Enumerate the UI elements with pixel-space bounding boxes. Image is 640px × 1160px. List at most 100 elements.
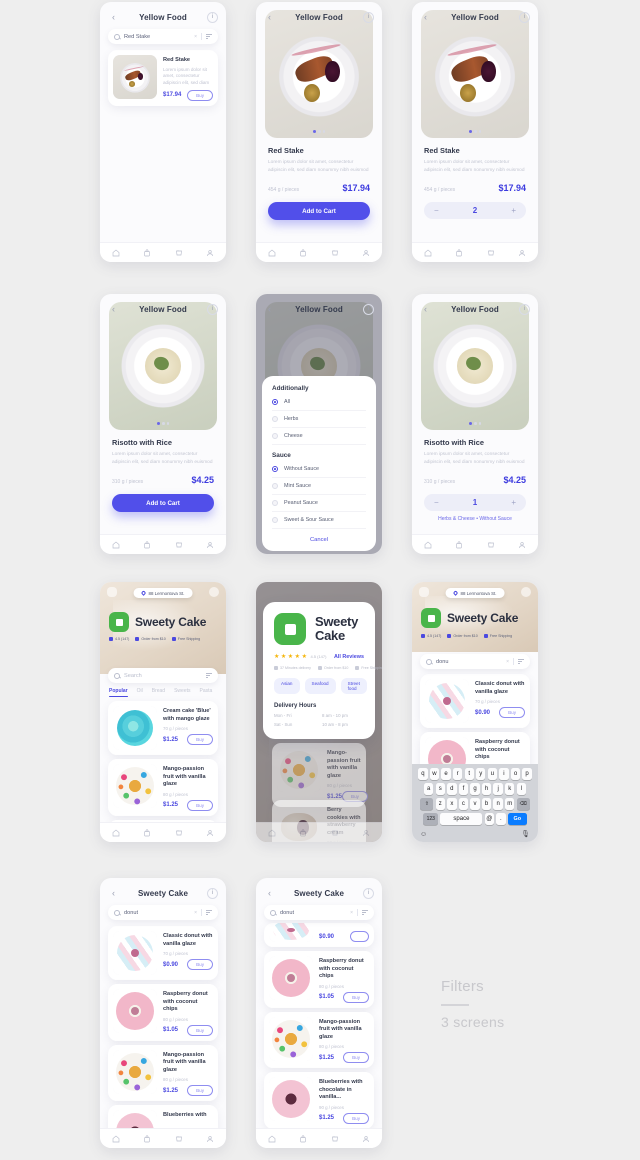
cancel-button[interactable]: Cancel — [272, 529, 366, 543]
back-icon[interactable]: ‹ — [420, 304, 431, 315]
info-circle-icon[interactable]: i — [207, 303, 218, 315]
quantity-stepper[interactable]: − 2 + — [424, 202, 526, 220]
emoji-icon[interactable]: ☺ — [420, 831, 427, 838]
search-input-value[interactable]: Search — [124, 673, 202, 679]
back-icon[interactable]: ‹ — [264, 888, 275, 899]
restaurant-info-sheet[interactable]: Sweety Cake ★ ★ ★ ★ ★ 4.5 (147) All Reviews 3… — [263, 602, 382, 739]
increment-button[interactable]: + — [511, 206, 516, 215]
home-icon[interactable] — [112, 541, 120, 549]
tab-bread[interactable]: Bread — [152, 688, 165, 697]
tab-bar[interactable] — [412, 534, 538, 554]
profile-icon[interactable] — [206, 541, 214, 549]
cart-icon[interactable] — [175, 829, 183, 837]
screen-product-detail[interactable]: ‹ Yellow Food i Red Stake Lorem ipsum do… — [256, 2, 382, 262]
carousel-dots[interactable] — [421, 130, 529, 133]
cart-icon[interactable] — [175, 541, 183, 549]
tab-bar[interactable] — [100, 534, 226, 554]
product-photo[interactable] — [265, 10, 373, 138]
key-s[interactable]: s — [435, 783, 445, 795]
buy-button[interactable]: Buy — [187, 799, 213, 811]
clear-icon[interactable]: × — [350, 910, 353, 916]
key-r[interactable]: r — [452, 768, 463, 780]
key-t[interactable]: t — [464, 768, 474, 780]
list-item[interactable]: Classic donut with vanilla glaze 70 g / … — [420, 674, 530, 728]
key-o[interactable]: o — [510, 768, 521, 780]
microphone-icon[interactable]: 🎙 — [521, 830, 530, 838]
bag-icon[interactable] — [143, 540, 151, 549]
bag-icon[interactable] — [455, 248, 463, 257]
tab-bar[interactable] — [256, 1128, 382, 1148]
carousel-dots[interactable] — [109, 422, 217, 425]
info-circle-icon[interactable] — [521, 587, 531, 597]
radio-icon[interactable] — [272, 399, 278, 405]
tab-sweets[interactable]: Sweets — [174, 688, 190, 697]
cart-icon[interactable] — [331, 829, 339, 837]
radio-icon[interactable] — [272, 466, 278, 472]
decrement-button[interactable]: − — [434, 206, 439, 215]
radio-icon[interactable] — [272, 433, 278, 439]
key-u[interactable]: u — [487, 768, 498, 780]
back-icon[interactable]: ‹ — [264, 12, 275, 23]
profile-icon[interactable] — [206, 829, 214, 837]
search-field[interactable]: donut × — [108, 905, 218, 920]
add-to-cart-button[interactable]: Add to Cart — [112, 494, 214, 513]
search-field[interactable]: donut × — [264, 905, 374, 920]
key-g[interactable]: g — [470, 783, 480, 795]
cart-icon[interactable] — [487, 541, 495, 549]
search-input-value[interactable]: Red Stake — [124, 34, 190, 40]
profile-icon[interactable] — [362, 249, 370, 257]
tab-bar[interactable] — [100, 1128, 226, 1148]
key-f[interactable]: f — [458, 783, 469, 795]
list-item[interactable]: Mango-passion fruit with vanilla glaze 8… — [108, 1044, 218, 1102]
search-input-value[interactable]: donut — [280, 910, 346, 916]
cuisine-tags[interactable]: Asian Seafood Street food — [274, 678, 367, 694]
key-w[interactable]: w — [429, 768, 440, 780]
back-icon[interactable]: ‹ — [108, 12, 119, 23]
key-y[interactable]: y — [476, 768, 486, 780]
info-circle-icon[interactable]: i — [519, 11, 530, 23]
on-screen-keyboard[interactable]: q w e r t y u i o p a s d f g h j k l ⇧ … — [412, 764, 538, 842]
profile-icon[interactable] — [206, 1135, 214, 1143]
buy-button[interactable]: Buy — [343, 1052, 369, 1064]
decrement-button[interactable]: − — [434, 498, 439, 507]
sliders-icon[interactable] — [206, 34, 212, 39]
info-circle-icon[interactable] — [209, 587, 219, 597]
product-photo[interactable] — [109, 302, 217, 430]
clear-icon[interactable]: × — [194, 910, 197, 916]
home-icon[interactable] — [112, 249, 120, 257]
profile-icon[interactable] — [518, 249, 526, 257]
back-icon[interactable]: ‹ — [420, 12, 431, 23]
sliders-icon[interactable] — [518, 659, 524, 664]
key-numbers[interactable]: 123 — [423, 813, 439, 825]
clear-icon[interactable]: × — [194, 34, 197, 40]
list-item[interactable]: Cream cake 'Blue' with mango glaze 70 g … — [108, 701, 218, 755]
back-icon[interactable] — [419, 587, 429, 597]
buy-button[interactable]: Buy — [187, 1085, 213, 1097]
key-k[interactable]: k — [505, 783, 515, 795]
list-item[interactable]: Blueberries with chocolate in vanilla...… — [264, 1072, 374, 1129]
key-c[interactable]: c — [458, 798, 469, 810]
key-go[interactable]: Go — [507, 813, 527, 825]
all-reviews-link[interactable]: All Reviews — [334, 654, 364, 660]
backspace-icon[interactable]: ⌫ — [516, 798, 530, 810]
search-input-value[interactable]: donut — [124, 910, 190, 916]
option-row[interactable]: All — [272, 394, 366, 411]
key-space[interactable]: space — [440, 813, 483, 825]
buy-button[interactable]: Buy — [187, 734, 213, 746]
home-icon[interactable] — [112, 1135, 120, 1143]
list-item[interactable]: Mango-passion fruit with vanilla glaze 8… — [108, 759, 218, 816]
buy-button[interactable] — [349, 931, 369, 942]
keyboard-row-2[interactable]: a s d f g h j k l — [414, 783, 536, 795]
key-l[interactable]: l — [516, 783, 526, 795]
buy-button[interactable]: Buy — [499, 707, 525, 719]
info-circle-icon[interactable]: i — [363, 11, 374, 23]
back-icon[interactable]: ‹ — [108, 888, 119, 899]
radio-icon[interactable] — [272, 500, 278, 506]
back-icon[interactable]: ‹ — [108, 304, 119, 315]
bag-icon[interactable] — [143, 828, 151, 837]
search-input-value[interactable]: donu — [436, 659, 502, 665]
back-icon[interactable]: ‹ — [264, 304, 275, 315]
add-to-cart-button[interactable]: Add to Cart — [268, 202, 370, 221]
bag-icon[interactable] — [143, 248, 151, 257]
key-m[interactable]: m — [505, 798, 515, 810]
